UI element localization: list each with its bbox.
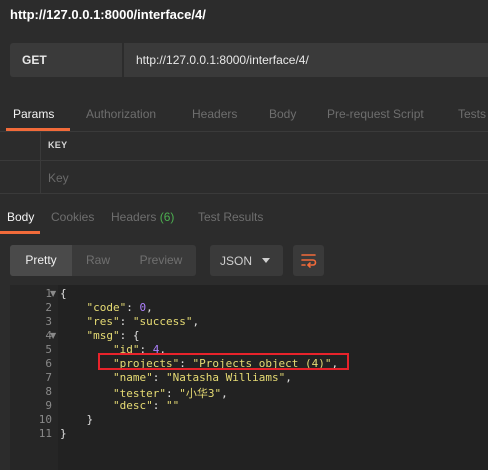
params-table-header: KEY (0, 132, 488, 161)
tab-params[interactable]: Params (13, 107, 54, 121)
tab-body[interactable]: Body (269, 107, 296, 121)
response-tab-body[interactable]: Body (7, 210, 34, 224)
line-number: 1 (45, 287, 52, 300)
fold-toggle-icon[interactable]: ▼ (50, 331, 56, 340)
line-number: 5 (45, 343, 52, 356)
active-response-tab-indicator (0, 231, 40, 234)
code-line: "name": "Natasha Williams", (112, 371, 292, 384)
code-line: "desc": "" (112, 399, 180, 412)
line-number: 3 (45, 315, 52, 328)
tab-authorization[interactable]: Authorization (86, 107, 156, 121)
annotation-highlight-box (98, 353, 349, 370)
line-number: 7 (45, 371, 52, 384)
wrap-lines-icon (301, 254, 317, 268)
params-checkbox-column (0, 132, 41, 160)
view-mode-group: Pretty Raw Preview (10, 245, 196, 276)
line-number: 9 (45, 399, 52, 412)
response-tab-headers[interactable]: Headers (6) (111, 210, 174, 224)
code-line: { (60, 287, 67, 300)
response-body-editor[interactable]: 1 2 3 4 5 6 7 8 9 10 11 ▼ ▼ { "code": 0,… (10, 285, 488, 470)
chevron-down-icon (262, 258, 270, 263)
code-line: } (60, 413, 94, 426)
code-line: "msg": { (86, 329, 140, 342)
key-column-header: KEY (48, 140, 68, 150)
line-number: 11 (38, 427, 52, 440)
line-number: 6 (45, 357, 52, 370)
line-number: 8 (45, 385, 52, 398)
line-number: 10 (38, 413, 52, 426)
code-line: "code": 0, (86, 301, 153, 314)
response-tab-test-results[interactable]: Test Results (198, 210, 263, 224)
fold-toggle-icon[interactable]: ▼ (50, 289, 56, 298)
line-number: 4 (45, 329, 52, 342)
url-input[interactable]: http://127.0.0.1:8000/interface/4/ (124, 43, 488, 77)
params-row: Key (0, 161, 488, 194)
tab-tests[interactable]: Tests (458, 107, 486, 121)
format-label: JSON (220, 254, 253, 268)
method-label: GET (22, 53, 47, 67)
line-number: 2 (45, 301, 52, 314)
response-tab-cookies[interactable]: Cookies (51, 210, 94, 224)
tab-pre-request-script[interactable]: Pre-request Script (327, 107, 424, 121)
headers-tab-label: Headers (111, 210, 157, 224)
wrap-lines-button[interactable] (293, 245, 324, 276)
code-line: } (60, 427, 67, 440)
line-number-gutter: 1 2 3 4 5 6 7 8 9 10 11 ▼ ▼ (10, 285, 58, 470)
tab-headers[interactable]: Headers (192, 107, 237, 121)
headers-count-badge: (6) (159, 210, 175, 224)
raw-button[interactable]: Raw (72, 245, 124, 276)
preview-button[interactable]: Preview (126, 245, 196, 276)
params-row-checkbox[interactable] (0, 161, 41, 193)
url-value: http://127.0.0.1:8000/interface/4/ (136, 53, 309, 67)
method-select[interactable]: GET (10, 43, 122, 77)
pretty-button[interactable]: Pretty (10, 245, 72, 276)
code-line: "res": "success", (86, 315, 200, 328)
format-select[interactable]: JSON (210, 245, 283, 276)
request-title: http://127.0.0.1:8000/interface/4/ (10, 7, 206, 22)
key-input[interactable]: Key (48, 171, 69, 185)
